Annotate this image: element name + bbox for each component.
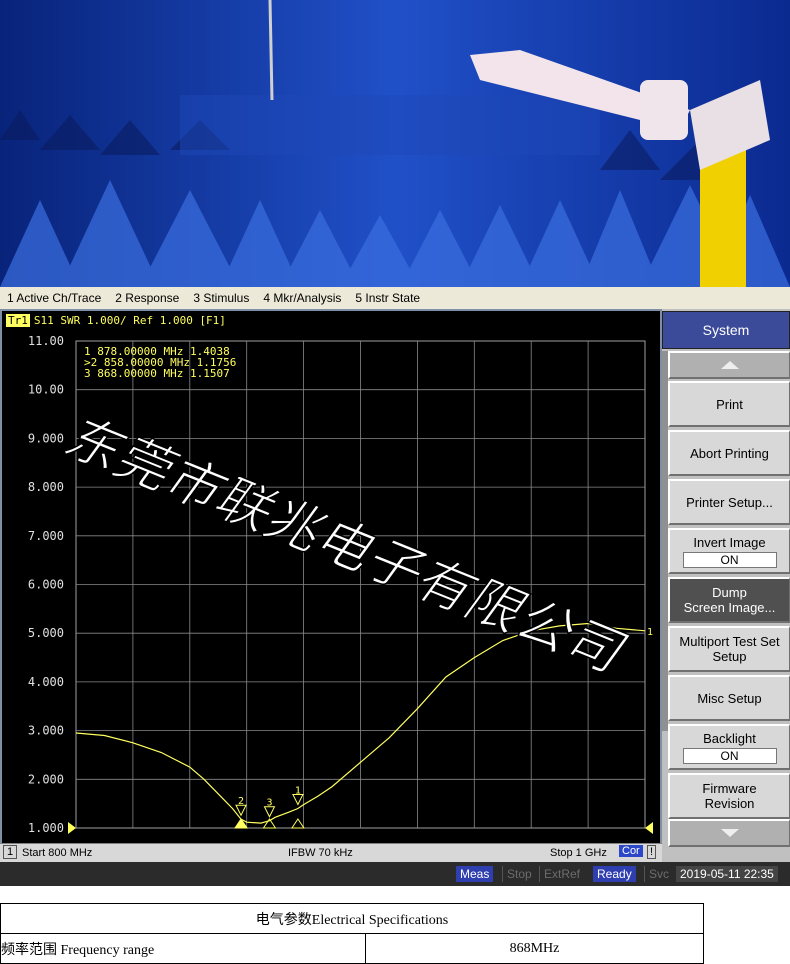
warning-indicator: ! <box>647 845 657 859</box>
system-label: System <box>702 322 750 338</box>
marker-2-label: 2 <box>238 796 244 807</box>
misc-setup-label: Misc Setup <box>697 690 762 706</box>
menu-active-ch-trace[interactable]: 1 Active Ch/Trace <box>0 291 108 305</box>
y-tick-label: 4.000 <box>28 675 64 689</box>
invert-image-label: Invert Image <box>693 534 766 550</box>
system-menu-button[interactable]: System <box>662 311 790 349</box>
invert-image-button[interactable]: Invert Image ON <box>668 528 790 574</box>
extref-indicator: ExtRef <box>539 866 584 882</box>
spec-row: 频率范围 Frequency range 868MHz <box>0 933 704 964</box>
up-arrow-icon <box>720 361 739 369</box>
svc-indicator: Svc <box>644 866 673 882</box>
abort-label: Abort Printing <box>690 445 769 461</box>
dump-screen-image-button[interactable]: Dump Screen Image... <box>668 577 790 623</box>
multiport-label-2: Setup <box>712 649 747 664</box>
dump-label-2: Screen Image... <box>683 600 776 615</box>
printer-setup-button[interactable]: Printer Setup... <box>668 479 790 525</box>
abort-printing-button[interactable]: Abort Printing <box>668 430 790 476</box>
multiport-test-set-button[interactable]: Multiport Test Set Setup <box>668 626 790 672</box>
anechoic-chamber-photo <box>0 0 790 287</box>
trace-header: Tr1 S11 SWR 1.000/ Ref 1.000 [F1] <box>6 314 226 327</box>
firmware-label-2: Revision <box>704 796 755 811</box>
swr-chart: 1.000 2.000 3.000 4.000 5.000 6.000 7.000 8.000… <box>28 334 653 835</box>
menu-bar: 1 Active Ch/Trace 2 Response 3 Stimulus … <box>0 287 790 310</box>
down-arrow-icon <box>720 829 739 837</box>
printer-setup-label: Printer Setup... <box>686 494 773 510</box>
y-tick-label: 5.000 <box>28 626 64 640</box>
stop-indicator: Stop <box>502 866 536 882</box>
trace-tag[interactable]: Tr1 <box>6 314 30 327</box>
spec-label: 频率范围 Frequency range <box>0 933 366 964</box>
spec-title: 电气参数Electrical Specifications <box>0 903 704 934</box>
misc-setup-button[interactable]: Misc Setup <box>668 675 790 721</box>
marker-1-label: 1 <box>295 786 301 797</box>
y-tick-label: 10.00 <box>28 383 64 397</box>
instrument-status-bar: Meas Stop ExtRef Ready Svc 2019-05-11 22… <box>0 862 790 886</box>
correction-badge: Cor <box>619 845 643 857</box>
channel-number[interactable]: 1 <box>3 845 18 859</box>
menu-instr-state[interactable]: 5 Instr State <box>348 291 427 305</box>
multiport-label: Multiport Test Set <box>679 634 780 649</box>
backlight-value: ON <box>682 747 777 764</box>
ref-level-right-icon <box>645 822 653 834</box>
menu-mkr-analysis[interactable]: 4 Mkr/Analysis <box>256 291 348 305</box>
spec-title-row: 电气参数Electrical Specifications <box>0 903 704 934</box>
start-frequency[interactable]: Start 800 MHz <box>22 847 92 859</box>
marker-readout-3: 3 868.00000 MHz 1.1507 <box>84 367 230 380</box>
menu-stimulus[interactable]: 3 Stimulus <box>186 291 256 305</box>
menu-response[interactable]: 2 Response <box>108 291 186 305</box>
firmware-revision-button[interactable]: Firmware Revision <box>668 773 790 819</box>
y-tick-label: 11.00 <box>28 334 64 348</box>
y-tick-label: 9.000 <box>28 431 64 445</box>
print-label: Print <box>716 396 743 412</box>
y-tick-label: 8.000 <box>28 480 64 494</box>
meas-indicator: Meas <box>456 866 494 882</box>
ready-indicator: Ready <box>593 866 636 882</box>
firmware-label: Firmware <box>702 781 757 796</box>
channel-status-line: 1 Start 800 MHz IFBW 70 kHz Stop 1 GHz C… <box>0 843 662 863</box>
softkey-scroll-down-button[interactable] <box>668 819 790 847</box>
print-button[interactable]: Print <box>668 381 790 427</box>
trace-end-label: 1 <box>647 627 653 638</box>
invert-image-value: ON <box>682 551 777 568</box>
softkey-panel: System Print Abort Printing Printer Setu… <box>662 309 790 862</box>
dump-label: Dump <box>712 585 747 600</box>
date-time: 2019-05-11 22:35 <box>676 866 778 882</box>
electrical-spec-table: 电气参数Electrical Specifications 频率范围 Frequ… <box>0 903 704 964</box>
spec-value: 868MHz <box>365 933 704 964</box>
marker-2-stimulus-icon <box>234 818 248 829</box>
softkey-scroll-up-button[interactable] <box>668 351 790 379</box>
ref-level-left-icon <box>68 822 76 834</box>
y-tick-label: 2.000 <box>28 772 64 786</box>
backlight-label: Backlight <box>703 730 756 746</box>
ifbw-value[interactable]: IFBW 70 kHz <box>288 847 353 859</box>
marker-1-stimulus-icon <box>290 818 305 829</box>
backlight-button[interactable]: Backlight ON <box>668 724 790 770</box>
y-tick-label: 7.000 <box>28 529 64 543</box>
trace-format: S11 SWR 1.000/ Ref 1.000 [F1] <box>33 314 226 327</box>
y-tick-label: 3.000 <box>28 724 64 738</box>
y-tick-label: 1.000 <box>28 821 64 835</box>
stop-frequency[interactable]: Stop 1 GHz <box>550 847 607 859</box>
y-tick-label: 6.000 <box>28 578 64 592</box>
marker-3-label: 3 <box>266 798 272 809</box>
